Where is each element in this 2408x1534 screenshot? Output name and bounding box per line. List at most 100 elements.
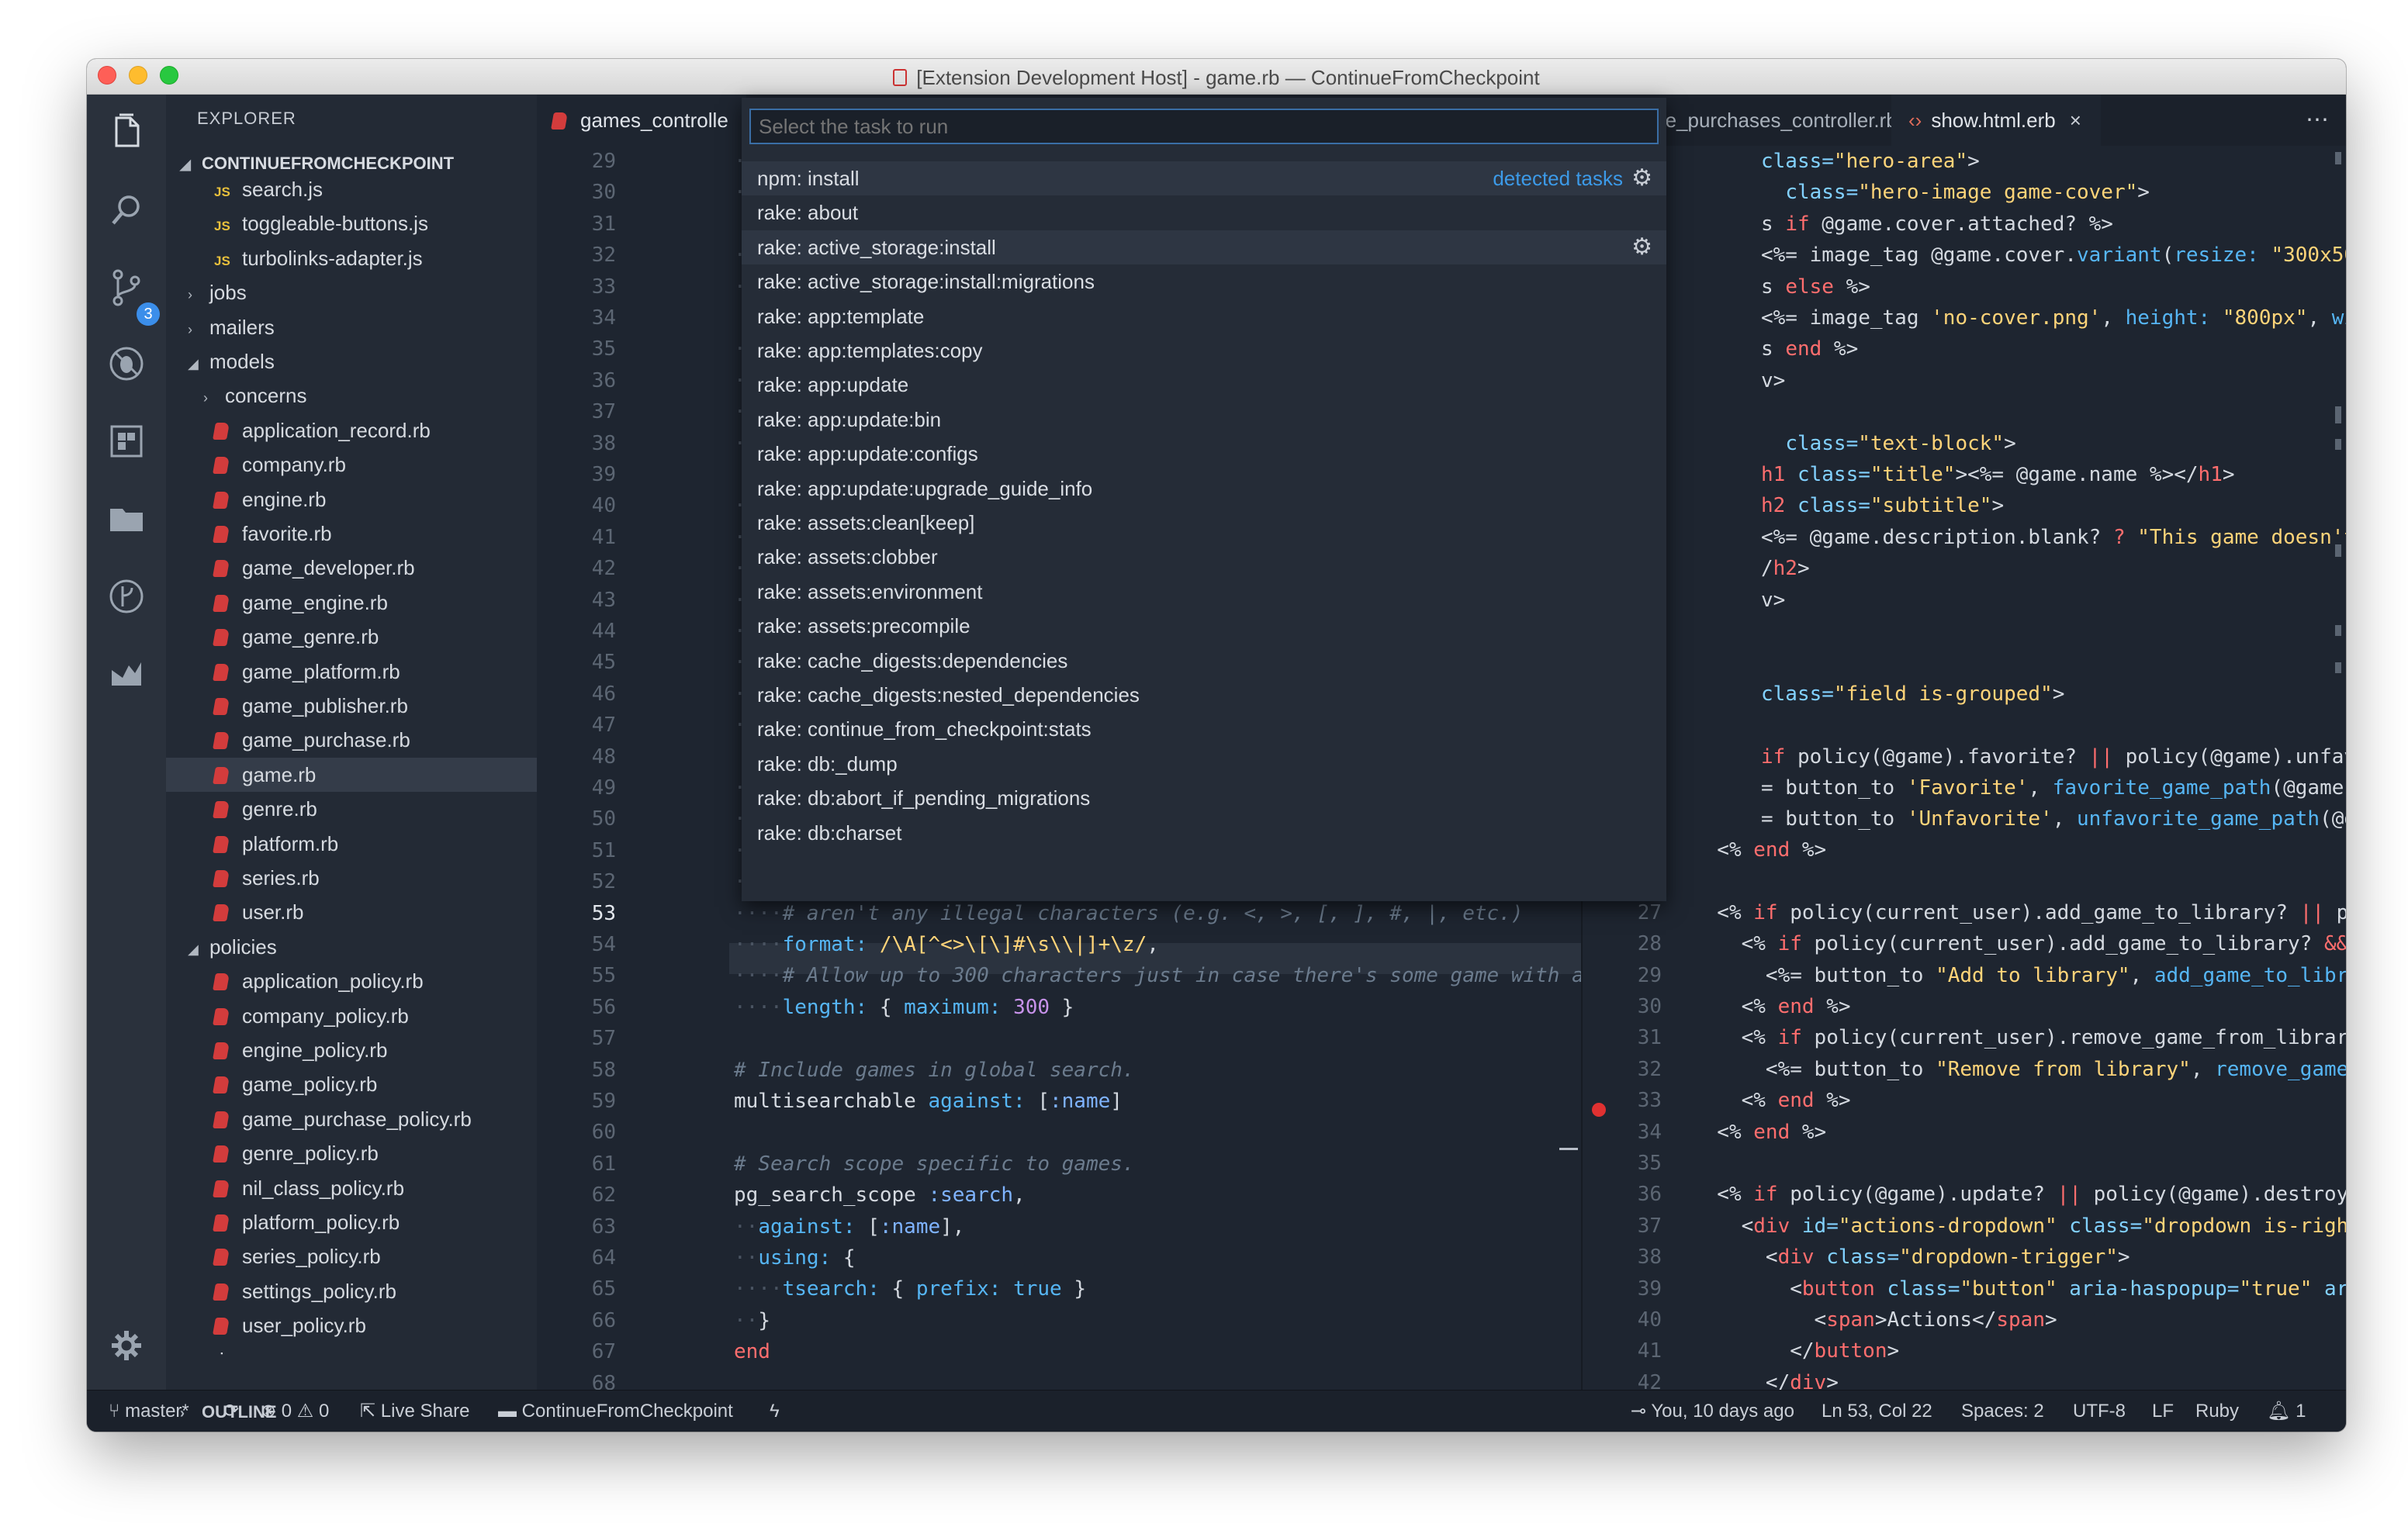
live-share-button[interactable]: ⇱ Live Share (360, 1391, 470, 1432)
task-item[interactable]: rake: cache_digests:dependencies (742, 644, 1666, 678)
file-item[interactable]: platform_policy.rb (166, 1205, 537, 1239)
code-token: [ (867, 1214, 880, 1239)
task-item[interactable]: rake: assets:clobber (742, 540, 1666, 574)
line-number-gutter: 29 30 31 32 33 34 35 36 37 38 39 40 41 42 43 44 45 46 47 48… (537, 146, 622, 1390)
gear-icon[interactable]: ⚙ (1631, 161, 1652, 195)
file-item[interactable]: user.rb (166, 895, 537, 929)
task-item[interactable]: rake: active_storage:install ⚙ (742, 230, 1666, 264)
file-item[interactable]: game_engine.rb (166, 586, 537, 620)
file-item[interactable]: application_record.rb (166, 413, 537, 447)
task-item[interactable]: rake: active_storage:install:migrations (742, 264, 1666, 299)
folder-item[interactable]: ◢ models (166, 344, 537, 378)
folder-item[interactable]: ◢ policies (166, 930, 537, 964)
file-item[interactable]: genre_policy.rb (166, 1136, 537, 1170)
explorer-icon[interactable] (104, 110, 149, 155)
code-token: ] (1110, 1090, 1123, 1113)
code-token: h2 (1773, 557, 1797, 581)
notification-count: 1 (2296, 1401, 2306, 1422)
file-item[interactable]: engine.rb (166, 482, 537, 517)
code-token: s (1761, 212, 1786, 236)
folder-item[interactable]: ◢ views (166, 1343, 537, 1356)
project-header[interactable]: ◢ CONTINUEFROMCHECKPOINT (180, 154, 454, 174)
encoding[interactable]: UTF-8 (2073, 1391, 2126, 1432)
task-item[interactable]: rake: assets:precompile (742, 609, 1666, 643)
file-item[interactable]: series_policy.rb (166, 1239, 537, 1273)
file-item[interactable]: game_platform.rb (166, 655, 537, 689)
file-item[interactable]: game_developer.rb (166, 551, 537, 585)
task-item[interactable]: rake: cache_digests:nested_dependencies (742, 678, 1666, 712)
file-item[interactable]: favorite.rb (166, 517, 537, 551)
gear-icon[interactable] (104, 1323, 149, 1368)
branch-indicator[interactable]: ⑂ master* (109, 1391, 189, 1432)
file-item[interactable]: JS toggleable-buttons.js (166, 206, 537, 240)
file-item[interactable]: nil_class_policy.rb (166, 1171, 537, 1205)
file-item[interactable]: platform.rb (166, 827, 537, 861)
file-item[interactable]: company_policy.rb (166, 999, 537, 1033)
cursor-position[interactable]: Ln 53, Col 22 (1822, 1391, 1932, 1432)
close-icon[interactable]: × (2070, 109, 2081, 132)
task-item[interactable]: rake: app:template (742, 299, 1666, 333)
live-share-icon[interactable] (104, 651, 149, 696)
code-token: %> (1790, 838, 1827, 862)
file-item[interactable]: user_policy.rb (166, 1308, 537, 1342)
task-item[interactable]: rake: db:_dump (742, 747, 1666, 781)
tab-show-html-erb[interactable]: ‹› show.html.erb × (1891, 95, 2101, 146)
folder-item[interactable]: › jobs (166, 275, 537, 309)
line-number: 46 (591, 682, 616, 706)
file-item[interactable]: game_genre.rb (166, 620, 537, 654)
extensions-icon[interactable] (104, 419, 149, 464)
file-item[interactable]: genre.rb (166, 792, 537, 826)
file-item[interactable]: game_purchase.rb (166, 723, 537, 757)
debug-icon[interactable] (104, 341, 149, 386)
code-line: <%= image_tag 'no-cover.png', height: "8… (1761, 302, 2346, 333)
task-item[interactable]: rake: db:charset (742, 816, 1666, 850)
file-item[interactable]: company.rb (166, 447, 537, 482)
task-item[interactable]: rake: app:update:bin (742, 403, 1666, 437)
task-item[interactable]: npm: install detected tasks ⚙ (742, 161, 1666, 195)
task-item[interactable]: rake: continue_from_checkpoint:stats (742, 712, 1666, 746)
file-item[interactable]: game_purchase_policy.rb (166, 1102, 537, 1136)
git-history-icon[interactable] (104, 574, 149, 619)
lightning-icon[interactable]: ϟ (770, 1391, 780, 1432)
folder-item[interactable]: › concerns (166, 378, 537, 413)
file-item[interactable]: game.rb (166, 757, 537, 792)
code-token: policy(@game).unfavorite (2125, 745, 2346, 769)
right-editor[interactable]: class="hero-area"> class="hero-image gam… (1581, 146, 2346, 1390)
file-item[interactable]: game_publisher.rb (166, 689, 537, 723)
notifications-indicator[interactable]: 🔔︎ 1 (2267, 1391, 2306, 1432)
breakpoint-icon[interactable] (1592, 1103, 1606, 1117)
file-item[interactable]: application_policy.rb (166, 964, 537, 998)
more-actions-icon[interactable]: ⋯ (2306, 95, 2344, 146)
language-mode[interactable]: Ruby (2195, 1391, 2239, 1432)
task-item[interactable]: rake: app:templates:copy (742, 333, 1666, 368)
task-item[interactable]: rake: db:abort_if_pending_migrations (742, 781, 1666, 815)
code-token: height: (2125, 306, 2223, 330)
folder-item[interactable]: › mailers (166, 310, 537, 344)
file-item[interactable]: JS search.js (166, 172, 537, 206)
search-icon[interactable] (104, 188, 149, 233)
task-item[interactable]: rake: assets:clean[keep] (742, 506, 1666, 540)
task-item[interactable]: rake: about (742, 195, 1666, 230)
line-ending[interactable]: LF (2152, 1391, 2174, 1432)
file-item[interactable]: JS turbolinks-adapter.js (166, 241, 537, 275)
file-item[interactable]: engine_policy.rb (166, 1033, 537, 1067)
file-item[interactable]: settings_policy.rb (166, 1274, 537, 1308)
folder-icon[interactable] (104, 496, 149, 541)
file-item[interactable]: game_policy.rb (166, 1067, 537, 1101)
code-token: "dropdown-trigger" (1899, 1246, 2118, 1270)
workspace-folder[interactable]: ▬ ContinueFromCheckpoint (498, 1391, 733, 1432)
gear-icon[interactable]: ⚙ (1631, 230, 1652, 264)
tab-games-controller[interactable]: games_controlle (537, 95, 746, 146)
outline-section[interactable]: › OUTLINE (180, 1402, 277, 1422)
ruby-file-icon (213, 1180, 230, 1197)
file-item[interactable]: series.rb (166, 861, 537, 895)
task-item[interactable]: rake: app:update:upgrade_guide_info (742, 472, 1666, 506)
task-item[interactable]: rake: app:update:configs (742, 437, 1666, 471)
git-blame[interactable]: ⊸ You, 10 days ago (1631, 1391, 1794, 1432)
code-token: if (1777, 1026, 1802, 1050)
task-search-input[interactable] (749, 109, 1659, 144)
code-token: < (1693, 1246, 1778, 1270)
task-item[interactable]: rake: app:update (742, 368, 1666, 402)
indentation[interactable]: Spaces: 2 (1961, 1391, 2044, 1432)
task-item[interactable]: rake: assets:environment (742, 575, 1666, 609)
